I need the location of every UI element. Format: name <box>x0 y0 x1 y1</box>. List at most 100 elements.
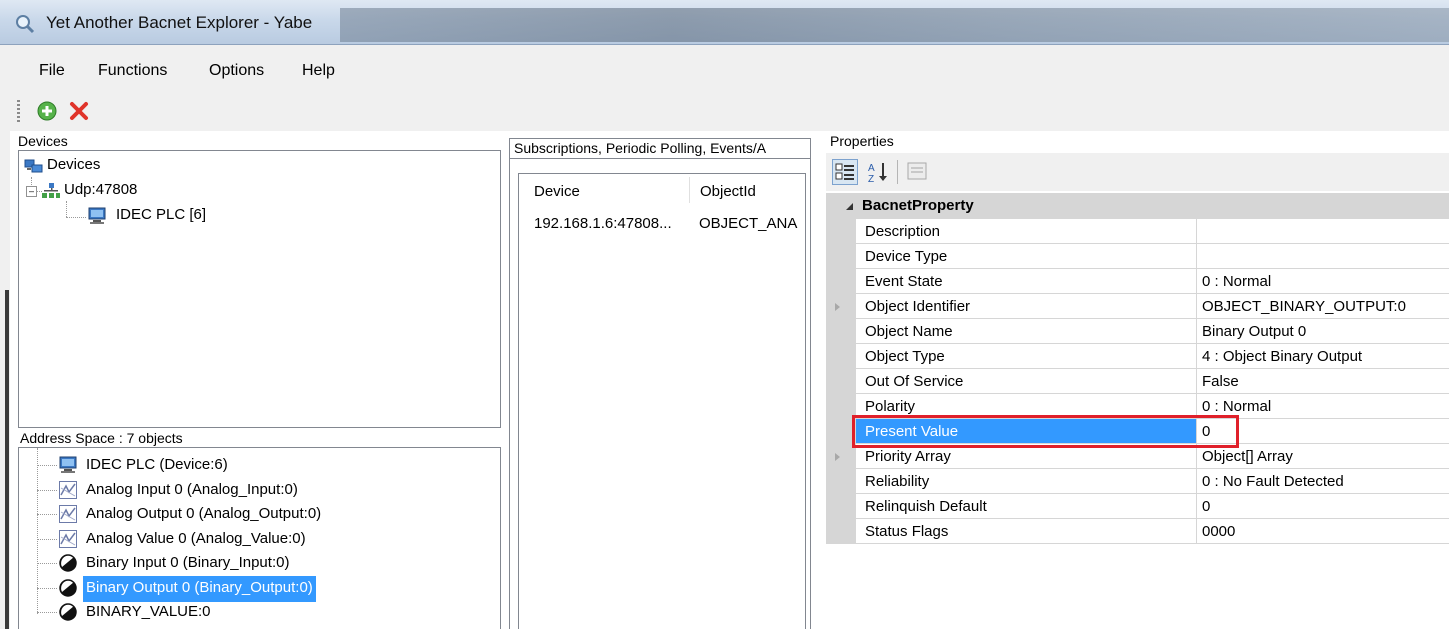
property-value[interactable] <box>1197 219 1449 244</box>
property-name: Relinquish Default <box>856 494 1197 519</box>
cell-objectid: OBJECT_ANA <box>699 215 798 231</box>
property-name: Object Identifier <box>856 294 1197 319</box>
category-name: BacnetProperty <box>862 197 974 214</box>
property-row[interactable]: Object Type 4 : Object Binary Output <box>856 344 1449 369</box>
property-row[interactable]: Relinquish Default 0 <box>856 494 1449 519</box>
properties-toolbar: A Z <box>826 153 1449 191</box>
property-value[interactable]: 4 : Object Binary Output <box>1197 344 1449 369</box>
property-name: Description <box>856 219 1197 244</box>
window-title: Yet Another Bacnet Explorer - Yabe <box>46 13 313 32</box>
property-name: Object Type <box>856 344 1197 369</box>
remove-icon[interactable] <box>68 100 90 122</box>
tree-node-device[interactable]: IDEC PLC [6] <box>116 206 206 230</box>
highlight-box <box>852 415 1239 448</box>
tree-line <box>37 587 57 589</box>
tree-node-network[interactable]: Udp:47808 <box>64 181 137 205</box>
property-row[interactable]: Status Flags 0000 <box>856 519 1449 544</box>
address-space-item[interactable]: Analog Input 0 (Analog_Input:0) <box>83 478 301 504</box>
tree-line <box>37 612 57 613</box>
property-grid-margin <box>826 219 856 544</box>
property-name: Reliability <box>856 469 1197 494</box>
devices-tree[interactable]: Devices – Udp:47808 IDEC PLC [6] <box>18 150 501 428</box>
property-value[interactable]: False <box>1197 369 1449 394</box>
property-name: Event State <box>856 269 1197 294</box>
title-bar-background <box>340 8 1449 42</box>
column-header-device[interactable]: Device <box>534 183 580 200</box>
address-space-item[interactable]: Binary Input 0 (Binary_Input:0) <box>83 551 292 577</box>
menu-file[interactable]: File <box>39 62 65 80</box>
toolbar-grip[interactable] <box>17 100 20 122</box>
binary-icon <box>59 578 77 597</box>
category-row[interactable]: BacnetProperty <box>826 193 1449 219</box>
analog-icon <box>59 505 77 523</box>
expand-arrow-icon[interactable] <box>835 303 840 311</box>
network-icon <box>42 183 60 198</box>
tab-subscriptions[interactable]: Subscriptions, Periodic Polling, Events/… <box>509 138 811 158</box>
column-header-objectid[interactable]: ObjectId <box>700 183 756 200</box>
tree-line <box>37 489 57 491</box>
property-value[interactable]: Binary Output 0 <box>1197 319 1449 344</box>
property-row[interactable]: Object Name Binary Output 0 <box>856 319 1449 344</box>
menu-options[interactable]: Options <box>209 62 264 80</box>
property-value[interactable]: 0 : Normal <box>1197 269 1449 294</box>
address-space-item[interactable]: Analog Output 0 (Analog_Output:0) <box>83 502 324 528</box>
expand-arrow-icon[interactable] <box>835 453 840 461</box>
cell-device: 192.168.1.6:47808... <box>534 215 672 231</box>
property-name: Out Of Service <box>856 369 1197 394</box>
toolbar-separator <box>897 160 898 184</box>
tree-line <box>37 448 38 614</box>
address-space-tree[interactable]: IDEC PLC (Device:6) Analog Input 0 (Analo… <box>18 447 501 629</box>
property-row[interactable]: Reliability 0 : No Fault Detected <box>856 469 1449 494</box>
svg-text:A: A <box>868 163 875 174</box>
property-row[interactable]: Event State 0 : Normal <box>856 269 1449 294</box>
tree-line <box>37 514 57 515</box>
property-value[interactable]: 0 <box>1197 494 1449 519</box>
property-row[interactable]: Device Type <box>856 244 1449 269</box>
properties-label: Properties <box>830 133 894 149</box>
property-row[interactable]: Out Of Service False <box>856 369 1449 394</box>
splitter-handle[interactable] <box>5 290 9 629</box>
add-icon[interactable] <box>36 100 58 122</box>
svg-text:Z: Z <box>868 174 874 185</box>
menu-help[interactable]: Help <box>302 62 335 80</box>
subscriptions-list[interactable]: Device ObjectId 192.168.1.6:47808... OBJ… <box>518 173 806 629</box>
column-separator[interactable] <box>689 177 690 203</box>
tree-line <box>66 217 86 218</box>
address-space-item[interactable]: IDEC PLC (Device:6) <box>83 453 231 479</box>
property-name: Object Name <box>856 319 1197 344</box>
address-space-item[interactable]: Analog Value 0 (Analog_Value:0) <box>83 527 309 553</box>
property-value[interactable]: 0 : No Fault Detected <box>1197 469 1449 494</box>
toolbar <box>0 91 1449 131</box>
tree-line <box>37 538 57 540</box>
table-row[interactable]: 192.168.1.6:47808... OBJECT_ANA <box>519 205 805 231</box>
analog-icon <box>59 480 77 499</box>
tree-line <box>37 465 57 466</box>
property-value[interactable]: 0000 <box>1197 519 1449 544</box>
property-value[interactable] <box>1197 244 1449 269</box>
binary-icon <box>59 603 77 621</box>
property-pages-icon[interactable] <box>906 161 930 183</box>
address-space-item[interactable]: Binary Output 0 (Binary_Output:0) <box>83 575 316 602</box>
address-space-label: Address Space : 7 objects <box>20 430 183 446</box>
magnifier-icon <box>16 15 35 34</box>
menu-bar: File Functions Options Help <box>0 45 1449 91</box>
devices-root-icon <box>24 159 43 173</box>
tree-node-devices[interactable]: Devices <box>47 156 100 180</box>
analog-icon <box>59 529 77 548</box>
tree-line <box>66 201 67 217</box>
devices-label: Devices <box>18 133 68 149</box>
sort-alphabetical-icon[interactable]: A Z <box>866 159 892 185</box>
collapse-triangle-icon[interactable] <box>845 202 855 212</box>
tree-line <box>37 563 57 564</box>
property-name: Device Type <box>856 244 1197 269</box>
computer-icon <box>59 456 77 473</box>
property-row[interactable]: Description <box>856 219 1449 244</box>
computer-icon <box>88 207 106 224</box>
categorized-icon[interactable] <box>832 159 858 185</box>
property-value[interactable]: OBJECT_BINARY_OUTPUT:0 <box>1197 294 1449 319</box>
binary-icon <box>59 554 77 572</box>
property-name: Status Flags <box>856 519 1197 544</box>
address-space-item[interactable]: BINARY_VALUE:0 <box>83 600 214 626</box>
menu-functions[interactable]: Functions <box>98 62 167 80</box>
property-row[interactable]: Object Identifier OBJECT_BINARY_OUTPUT:0 <box>835 294 1449 319</box>
